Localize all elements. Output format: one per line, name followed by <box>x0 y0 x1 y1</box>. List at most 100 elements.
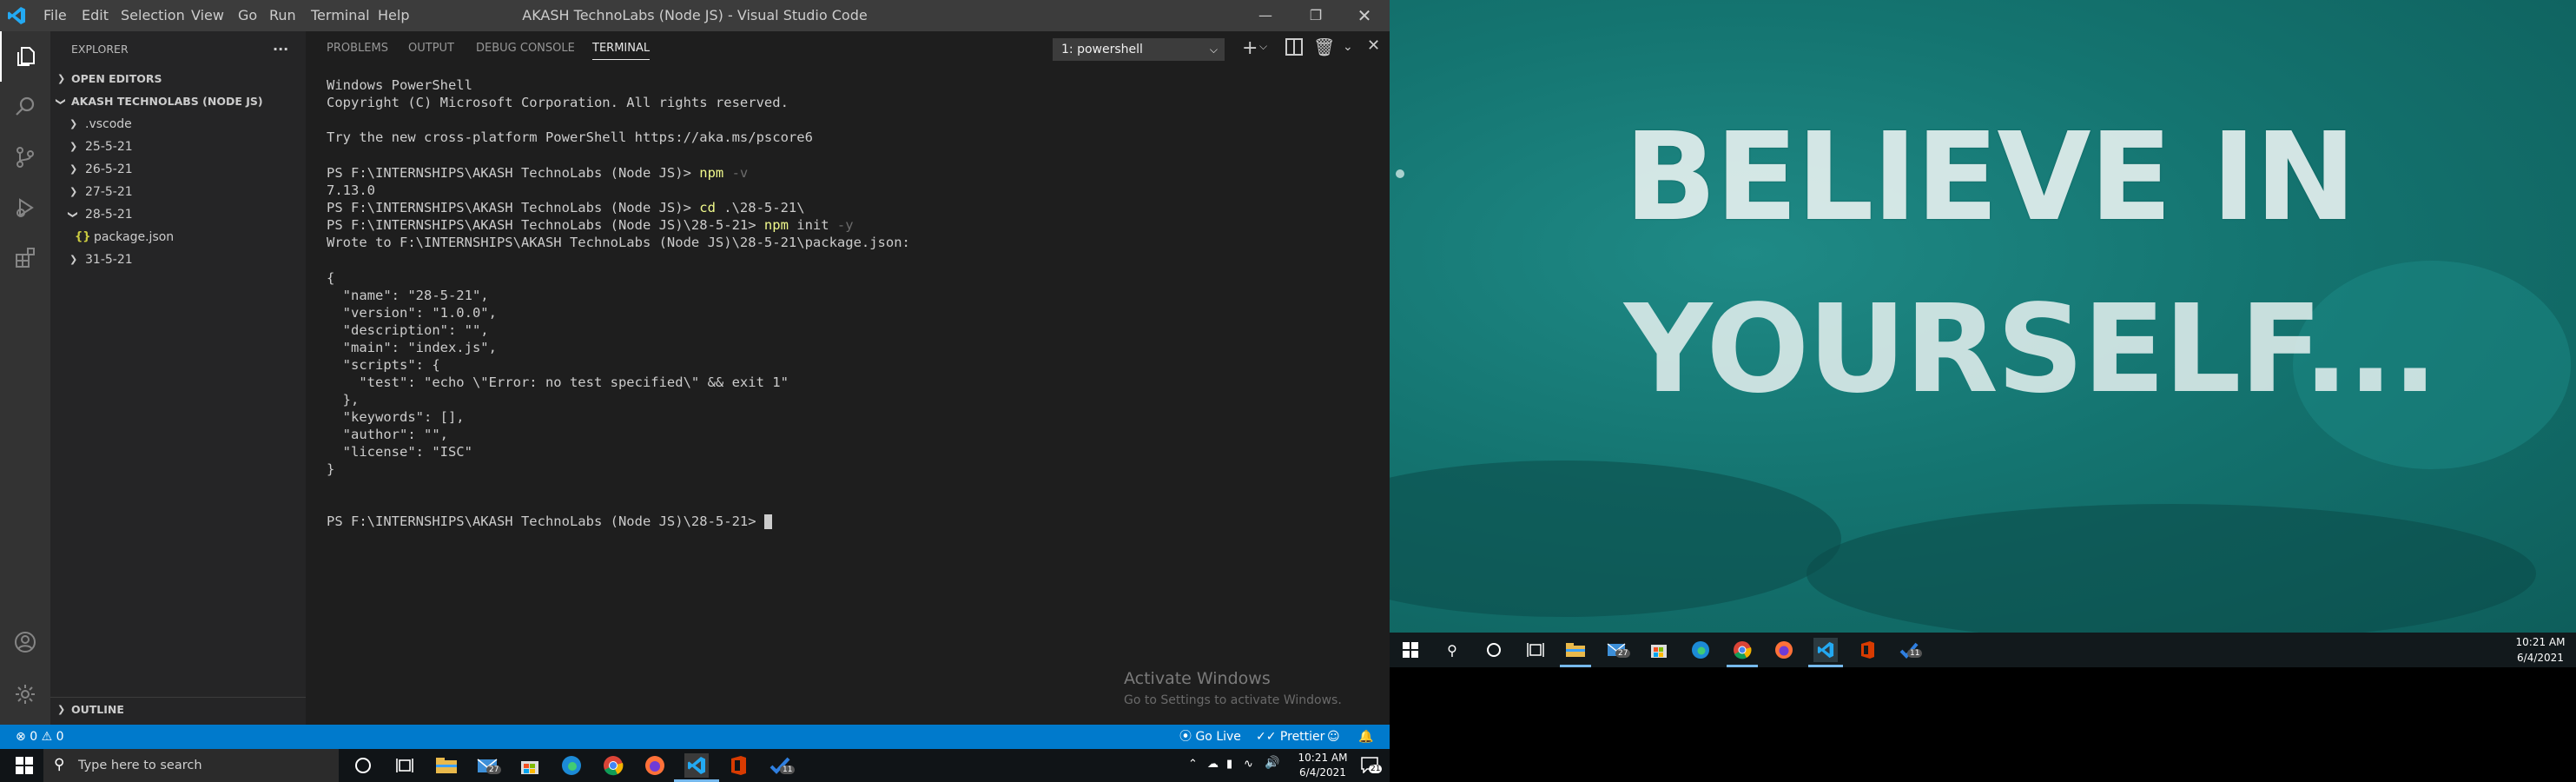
mail-icon[interactable]: 27 <box>1605 638 1631 662</box>
file-explorer-icon[interactable] <box>1563 638 1588 662</box>
tab-debug-console[interactable]: DEBUG CONSOLE <box>476 31 575 66</box>
show-hidden-icons-icon[interactable]: ⌃ <box>1188 758 1198 771</box>
maximize-panel-icon[interactable]: ⌄ <box>1343 40 1353 54</box>
close-icon[interactable]: ✕ <box>1339 0 1390 31</box>
command: cd <box>699 200 716 215</box>
menu-view[interactable]: View <box>191 0 224 31</box>
clock-date: 6/4/2021 <box>1299 766 1346 779</box>
onedrive-icon[interactable]: ☁ <box>1207 758 1219 771</box>
chevron-right-icon: ❯ <box>69 118 78 129</box>
tree-item-vscode[interactable]: ❯ .vscode <box>50 113 306 136</box>
json-file-icon: {} <box>75 230 91 243</box>
tree-item-28-5-21[interactable]: ❯ 28-5-21 <box>50 203 306 226</box>
tree-item-25-5-21[interactable]: ❯ 25-5-21 <box>50 136 306 158</box>
menu-go[interactable]: Go <box>238 0 257 31</box>
todo-icon[interactable]: 11 <box>768 753 796 778</box>
chrome-icon[interactable] <box>1730 638 1754 662</box>
go-live-button[interactable]: ⦿ Go Live <box>1179 725 1241 749</box>
open-editors-section[interactable]: ❯ OPEN EDITORS <box>50 68 306 90</box>
store-icon[interactable] <box>518 753 542 778</box>
volume-icon[interactable]: 🔊 <box>1265 756 1279 770</box>
terminal-select[interactable]: 1: powershell ⌵ <box>1053 38 1225 61</box>
terminal-prompt-line[interactable]: PS F:\INTERNSHIPS\AKASH TechnoLabs (Node… <box>327 513 772 530</box>
outline-section[interactable]: ❯ OUTLINE <box>50 699 306 721</box>
chevron-down-icon[interactable]: ⌵ <box>1259 40 1267 53</box>
extensions-icon[interactable] <box>0 233 50 283</box>
tree-item-package-json[interactable]: {} package.json <box>50 226 306 249</box>
menu-help[interactable]: Help <box>378 0 409 31</box>
battery-icon[interactable]: ▮ <box>1226 758 1232 771</box>
tree-item-26-5-21[interactable]: ❯ 26-5-21 <box>50 158 306 181</box>
edge-icon[interactable] <box>1688 638 1713 662</box>
windows-start-icon[interactable] <box>12 753 36 778</box>
split-terminal-icon[interactable] <box>1285 38 1303 56</box>
settings-gear-icon[interactable] <box>0 669 50 719</box>
mail-icon[interactable]: 27 <box>476 753 502 778</box>
source-control-icon[interactable] <box>0 132 50 182</box>
taskbar-search-box[interactable]: ⚲ Type here to search <box>43 749 339 782</box>
close-panel-icon[interactable]: ✕ <box>1367 36 1380 55</box>
taskbar-left: ⚲ Type here to search 27 11 ⌃ ☁ ▮ ∿ 🔊 10… <box>0 749 1390 782</box>
chevron-right-icon: ❯ <box>57 73 66 84</box>
taskbar-clock[interactable]: 10:21 AM 6/4/2021 <box>1292 751 1353 780</box>
menu-terminal[interactable]: Terminal <box>311 0 370 31</box>
search-icon[interactable]: ⚲ <box>1440 638 1464 662</box>
tree-item-label: 28-5-21 <box>85 208 133 222</box>
trash-icon[interactable]: 🗑 <box>1313 36 1335 57</box>
notifications-bell-icon[interactable]: 🔔 <box>1358 725 1373 749</box>
task-view-icon[interactable] <box>1523 638 1548 662</box>
task-view-icon[interactable] <box>393 753 417 778</box>
firefox-icon[interactable] <box>643 753 667 778</box>
tab-terminal[interactable]: TERMINAL <box>592 31 651 60</box>
menu-run[interactable]: Run <box>269 0 296 31</box>
menu-file[interactable]: File <box>43 0 67 31</box>
wifi-icon[interactable]: ∿ <box>1244 758 1253 771</box>
cortana-icon[interactable] <box>1482 638 1506 662</box>
run-debug-icon[interactable] <box>0 182 50 233</box>
office-icon[interactable] <box>726 753 750 778</box>
broadcast-icon: ⦿ <box>1179 730 1192 744</box>
prompt: PS F:\INTERNSHIPS\AKASH TechnoLabs (Node… <box>327 165 700 181</box>
action-center-icon[interactable]: 21 <box>1360 756 1383 774</box>
tab-output[interactable]: OUTPUT <box>408 31 454 66</box>
vscode-taskbar-icon[interactable] <box>684 753 709 778</box>
workspace-root[interactable]: ❯ AKASH TECHNOLABS (NODE JS) <box>50 90 306 113</box>
menu-edit[interactable]: Edit <box>82 0 109 31</box>
json-line: "main": "index.js", <box>327 340 497 355</box>
json-line: "name": "28-5-21", <box>327 288 489 303</box>
search-icon[interactable] <box>0 82 50 132</box>
terminal-prompt-line: PS F:\INTERNSHIPS\AKASH TechnoLabs (Node… <box>327 216 854 234</box>
prettier-button[interactable]: ✓✓ Prettier <box>1256 725 1324 749</box>
tree-item-27-5-21[interactable]: ❯ 27-5-21 <box>50 181 306 203</box>
activate-windows-title: Activate Windows <box>1124 669 1271 688</box>
firefox-icon[interactable] <box>1772 638 1796 662</box>
feedback-icon[interactable]: ☺ <box>1327 725 1340 749</box>
todo-icon[interactable]: 11 <box>1897 638 1923 662</box>
activity-bar <box>0 31 50 725</box>
windows-start-icon[interactable] <box>1398 638 1423 662</box>
edge-icon[interactable] <box>559 753 584 778</box>
minimize-icon[interactable]: — <box>1240 0 1291 31</box>
chevron-down-icon: ⌵ <box>1209 43 1218 56</box>
explorer-icon[interactable] <box>0 31 50 82</box>
tab-problems[interactable]: PROBLEMS <box>327 31 388 66</box>
chrome-icon[interactable] <box>601 753 625 778</box>
new-terminal-icon[interactable]: + <box>1242 38 1258 59</box>
warning-count: 0 <box>56 730 64 744</box>
file-explorer-icon[interactable] <box>434 753 459 778</box>
tree-item-31-5-21[interactable]: ❯ 31-5-21 <box>50 249 306 271</box>
vscode-taskbar-icon[interactable] <box>1813 638 1838 662</box>
store-icon[interactable] <box>1647 638 1671 662</box>
title-bar: AKASH TechnoLabs (Node JS) - Visual Stud… <box>0 0 1390 31</box>
problems-status[interactable]: ⊗ 0 ⚠ 0 <box>16 725 64 749</box>
menu-selection[interactable]: Selection <box>121 0 185 31</box>
taskbar-clock[interactable]: 10:21 AM 6/4/2021 <box>2510 634 2571 666</box>
account-icon[interactable] <box>0 617 50 667</box>
more-actions-icon[interactable]: ··· <box>273 38 299 61</box>
cortana-icon[interactable] <box>351 753 375 778</box>
restore-icon[interactable]: ❐ <box>1291 0 1341 31</box>
clock-time: 10:21 AM <box>1298 752 1348 764</box>
office-icon[interactable] <box>1855 638 1879 662</box>
prompt: PS F:\INTERNSHIPS\AKASH TechnoLabs (Node… <box>327 217 764 233</box>
command: npm <box>699 165 724 181</box>
